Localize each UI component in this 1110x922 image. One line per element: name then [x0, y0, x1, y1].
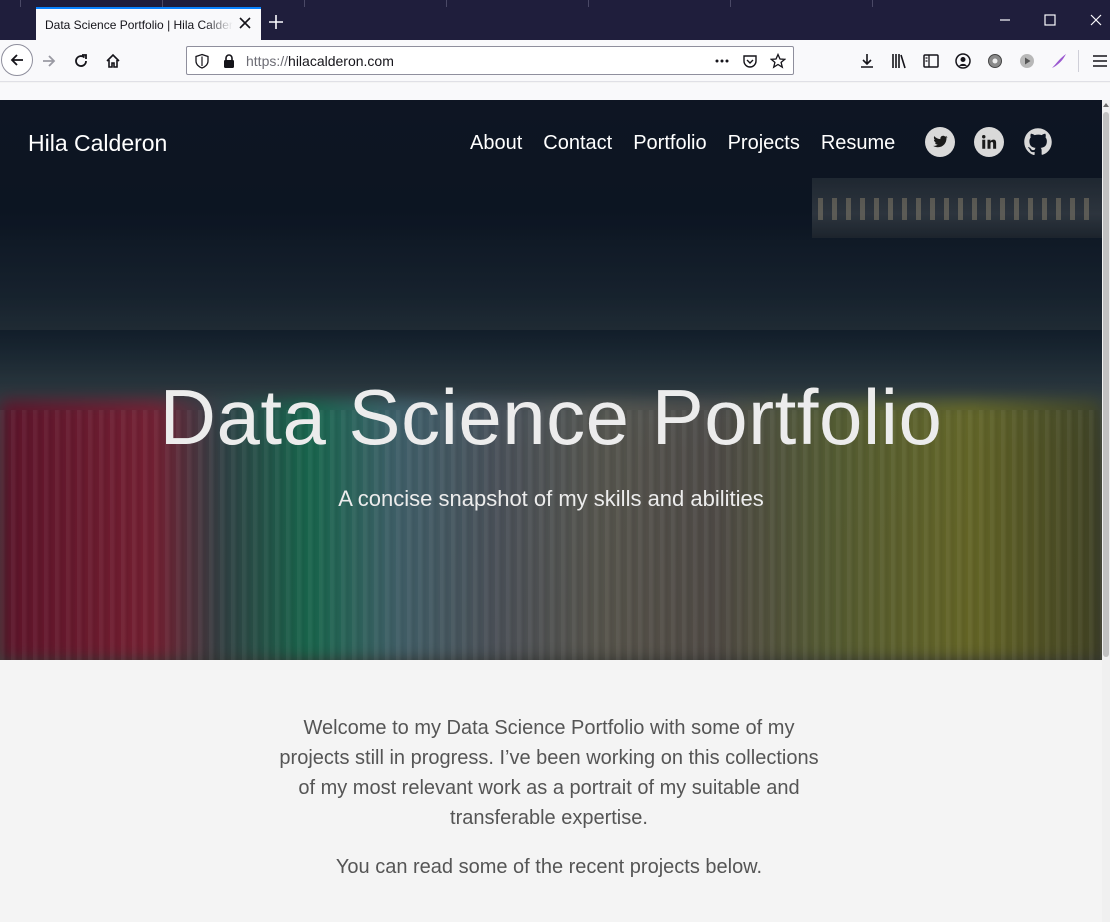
nav-contact-link[interactable]: Contact [543, 132, 612, 155]
extension-play-icon[interactable] [1018, 52, 1036, 70]
intro-section: Welcome to my Data Science Portfolio wit… [0, 660, 1102, 922]
tab-divider [162, 0, 163, 7]
sidebar-icon[interactable] [922, 52, 940, 70]
nav-about-link[interactable]: About [470, 132, 522, 155]
lock-icon[interactable] [221, 53, 237, 69]
tab-divider [446, 0, 447, 7]
page-scrollbar[interactable] [1102, 100, 1110, 922]
tab-strip: Data Science Portfolio | Hila Calderon [0, 0, 1110, 40]
url-host: hilacalderon.com [288, 53, 394, 69]
nav-projects-link[interactable]: Projects [728, 132, 800, 155]
toolbar-separator [1078, 50, 1079, 72]
home-icon [106, 53, 120, 68]
bookmark-star-icon[interactable] [770, 53, 786, 69]
tab-divider [872, 0, 873, 7]
home-button[interactable] [100, 48, 126, 74]
tab-divider [20, 0, 21, 7]
new-tab-icon[interactable] [266, 12, 286, 32]
reload-button[interactable] [68, 48, 94, 74]
page-actions-icon[interactable] [714, 53, 730, 69]
address-bar[interactable]: https://hilacalderon.com [186, 46, 794, 75]
extension-feather-icon[interactable] [1050, 52, 1068, 70]
linkedin-icon [982, 135, 997, 149]
tab-title: Data Science Portfolio | Hila Calderon [45, 17, 233, 32]
recent-projects-text: You can read some of the recent projects… [335, 856, 763, 878]
nav-portfolio-link[interactable]: Portfolio [633, 132, 706, 155]
pocket-icon[interactable] [742, 53, 758, 69]
reload-icon [75, 54, 87, 67]
active-tab[interactable]: Data Science Portfolio | Hila Calderon [36, 7, 261, 40]
page-top-gap [0, 83, 1110, 100]
hero-title: Data Science Portfolio [159, 373, 943, 461]
intro-paragraph: Welcome to my Data Science Portfolio wit… [279, 717, 819, 829]
site-brand-link[interactable]: Hila Calderon [28, 130, 167, 157]
account-icon[interactable] [954, 52, 972, 70]
url-scheme: https:// [246, 53, 289, 69]
maximize-icon[interactable] [1043, 13, 1057, 27]
hero-section: Hila Calderon About Contact Portfolio Pr… [0, 100, 1102, 660]
close-tab-icon[interactable] [237, 15, 253, 31]
linkedin-link[interactable] [974, 127, 1004, 157]
library-icon[interactable] [890, 52, 908, 70]
scroll-up-arrow-icon[interactable] [1102, 100, 1110, 110]
extension-gear-icon[interactable] [986, 52, 1004, 70]
github-icon [1024, 128, 1052, 156]
hamburger-menu-icon[interactable] [1091, 52, 1109, 70]
site-nav: About Contact Portfolio Projects Resume [470, 132, 916, 155]
twitter-icon [933, 135, 948, 148]
hero-subtitle: A concise snapshot of my skills and abil… [338, 486, 764, 511]
url-text[interactable]: https://hilacalderon.com [246, 53, 394, 69]
back-arrow-icon [10, 54, 23, 66]
minimize-icon[interactable] [998, 13, 1012, 27]
forward-arrow-icon [43, 55, 56, 67]
tab-divider [304, 0, 305, 7]
shield-icon[interactable] [194, 53, 210, 69]
scrollbar-thumb[interactable] [1103, 112, 1109, 657]
nav-toolbar: https://hilacalderon.com [0, 40, 1110, 82]
close-window-icon[interactable] [1089, 13, 1103, 27]
tab-divider [588, 0, 589, 7]
tab-divider [730, 0, 731, 7]
forward-button[interactable] [36, 48, 62, 74]
back-button[interactable] [1, 44, 33, 76]
nav-resume-link[interactable]: Resume [821, 132, 895, 155]
twitter-link[interactable] [925, 127, 955, 157]
github-link[interactable] [1023, 127, 1053, 157]
downloads-icon[interactable] [858, 52, 876, 70]
